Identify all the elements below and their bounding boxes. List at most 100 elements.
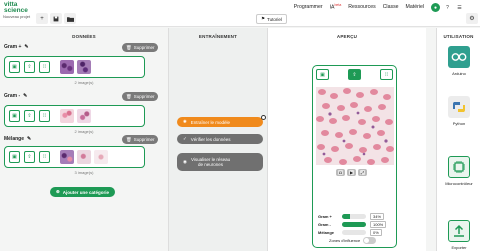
upload-icon: ⇧ — [27, 113, 32, 119]
verify-data-label: Vérifier les données — [190, 136, 231, 142]
usage-label: Arduino — [452, 71, 466, 76]
webcam-button[interactable]: ▣ — [9, 151, 20, 163]
info-dot[interactable] — [261, 115, 266, 120]
project-name[interactable]: Nouveau projet — [3, 14, 30, 19]
image-thumbnail[interactable] — [77, 150, 91, 164]
grid-icon: ⁞⁞ — [43, 64, 46, 70]
tutorial-button[interactable]: ⚑ Tutoriel — [256, 14, 287, 24]
delete-category-button[interactable]: 🗑 Supprimer — [122, 43, 159, 52]
pencil-icon[interactable]: ✎ — [24, 44, 28, 50]
nav-materiel[interactable]: Matériel — [406, 4, 424, 10]
nav-programmer[interactable]: Programmer — [294, 4, 323, 10]
pencil-icon[interactable]: ✎ — [23, 93, 27, 99]
export-model[interactable]: Exporter — [443, 220, 475, 250]
preview-upload-button[interactable]: ⇧ — [348, 69, 361, 80]
delete-label: Supprimer — [133, 137, 155, 142]
image-thumbnail[interactable] — [60, 60, 74, 74]
camera-controls: ◘ ▶ ⤢ — [336, 169, 367, 176]
save-icon — [53, 16, 59, 21]
confidence-bar — [342, 230, 366, 235]
result-label: Mélange — [318, 230, 335, 235]
export-python[interactable]: Python — [443, 96, 475, 126]
gallery-button[interactable]: ⁞⁞ — [39, 110, 50, 122]
verify-data-button[interactable]: ✓ Vérifier les données — [177, 134, 263, 144]
nav-ressources[interactable]: Ressources — [348, 4, 375, 10]
tutorial-label: Tutoriel — [267, 16, 282, 22]
result-row: Gram + 34% — [318, 213, 385, 220]
export-arduino[interactable]: Arduino — [443, 46, 475, 76]
delete-label: Supprimer — [133, 45, 155, 50]
nav-ia[interactable]: IAbeta — [330, 3, 342, 11]
plus-icon: + — [40, 15, 44, 22]
training-column-title: ENTRAÎNEMENT — [198, 34, 238, 39]
video-icon: ▶ — [348, 169, 355, 176]
confidence-fill — [342, 222, 366, 227]
webcam-button[interactable]: ▣ — [9, 110, 20, 122]
upload-icon: ⇧ — [27, 154, 32, 160]
nav-classe[interactable]: Classe — [383, 4, 399, 10]
eye-icon: ◉ — [183, 159, 187, 164]
fullscreen-button[interactable]: ⤢ — [358, 169, 367, 176]
gallery-button[interactable]: ⁞⁞ — [39, 151, 50, 163]
webcam-button[interactable]: ▣ — [9, 61, 20, 73]
settings-button[interactable]: ⚙ — [466, 13, 478, 24]
image-thumbnail[interactable] — [77, 109, 91, 123]
category-name[interactable]: Gram + — [4, 44, 21, 50]
confidence-fill — [342, 214, 351, 219]
open-folder-button[interactable] — [64, 13, 76, 24]
delete-category-button[interactable]: 🗑 Supprimer — [122, 92, 159, 101]
influence-toggle[interactable] — [363, 237, 377, 244]
preview-image — [316, 87, 394, 165]
menu-button[interactable]: ☰ — [455, 3, 464, 12]
train-model-button[interactable]: ✺ Entraîner le modèle — [177, 117, 263, 127]
upload-icon: ⇧ — [27, 64, 32, 70]
preview-card: ▣ ⇧ ⁞⁞ ◘ ▶ ⤢ Gram + 34% Gram - 100% Méla… — [312, 65, 397, 248]
upload-button[interactable]: ⇧ — [24, 61, 35, 73]
category-name[interactable]: Mélange — [4, 136, 24, 142]
new-project-button[interactable]: + — [36, 13, 48, 24]
camera-icon: ▣ — [320, 71, 325, 78]
training-column: ENTRAÎNEMENT ✺ Entraîner le modèle ✓ Vér… — [168, 28, 268, 251]
gear-icon: ⚙ — [469, 16, 475, 22]
confidence-bar — [342, 222, 366, 227]
category-name[interactable]: Gram - — [4, 93, 20, 99]
beta-badge: beta — [334, 3, 342, 7]
confidence-value: 0% — [370, 229, 382, 236]
trash-icon: 🗑 — [126, 93, 132, 99]
influence-label: Zones d'influence — [329, 238, 361, 243]
preview-webcam-button[interactable]: ▣ — [316, 69, 329, 80]
user-icon: ● — [433, 4, 438, 11]
image-count: 2 image(s) — [74, 129, 94, 134]
save-button[interactable] — [50, 13, 62, 24]
pencil-icon[interactable]: ✎ — [27, 136, 31, 142]
trash-icon: 🗑 — [126, 44, 132, 50]
confidence-value: 100% — [370, 221, 387, 228]
category-title: Gram - ✎ — [4, 93, 27, 99]
help-button[interactable]: ? — [443, 3, 452, 12]
microscope-image — [316, 87, 394, 165]
brand-logo[interactable]: vitta science — [4, 1, 28, 14]
view-network-button[interactable]: ◉ Visualiser le réseau de neurones — [177, 153, 263, 171]
grid-icon: ⁞⁞ — [43, 113, 46, 119]
image-thumbnail[interactable] — [60, 109, 74, 123]
video-button[interactable]: ▶ — [347, 169, 356, 176]
capture-button[interactable]: ◘ — [336, 169, 345, 176]
gallery-button[interactable]: ⁞⁞ — [39, 61, 50, 73]
category-card: ▣ ⇧ ⁞⁞ — [4, 56, 145, 78]
add-category-button[interactable]: ⊕ Ajouter une catégorie — [50, 187, 116, 197]
image-thumbnail[interactable] — [94, 150, 108, 164]
upload-button[interactable]: ⇧ — [24, 110, 35, 122]
image-thumbnail[interactable] — [60, 150, 74, 164]
export-microcontroller[interactable]: Microcontrôleur — [443, 156, 475, 186]
delete-category-button[interactable]: 🗑 Supprimer — [122, 135, 159, 144]
user-avatar[interactable]: ● — [431, 3, 440, 12]
image-count: 2 image(s) — [74, 80, 94, 85]
usage-label: Python — [452, 121, 466, 126]
image-thumbnail[interactable] — [77, 60, 91, 74]
category-title: Mélange ✎ — [4, 136, 31, 142]
preview-gallery-button[interactable]: ⁞⁞ — [380, 69, 393, 80]
category-title: Gram + ✎ — [4, 44, 29, 50]
camera-icon: ▣ — [12, 113, 17, 119]
upload-button[interactable]: ⇧ — [24, 151, 35, 163]
camera-icon: ▣ — [12, 64, 17, 70]
